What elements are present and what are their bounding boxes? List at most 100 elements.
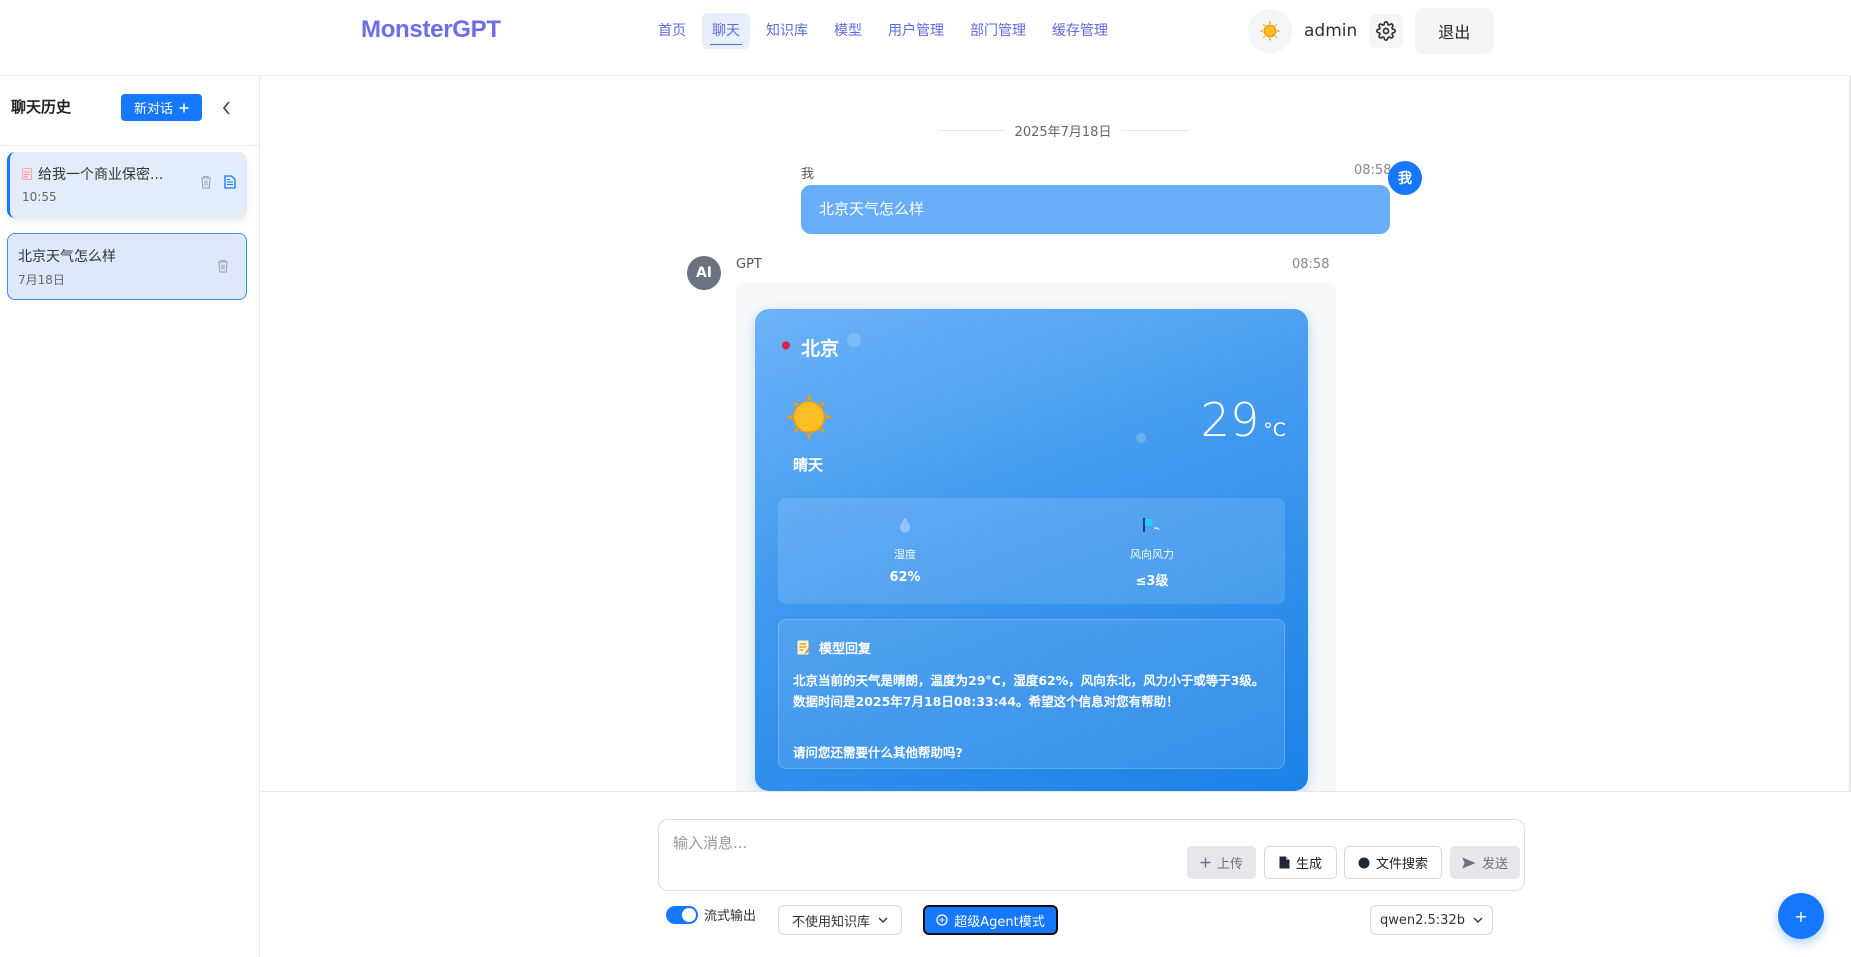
wind-stat: 风向风力 ≤3级 xyxy=(1052,510,1252,589)
wind-value: ≤3级 xyxy=(1135,574,1169,589)
model-reply-text: 北京当前的天气是晴朗，温度为29°C，湿度62%，风向东北，风力小于或等于3级。… xyxy=(793,673,1265,709)
weather-stats: 湿度 62% 风向风力 ≤3级 xyxy=(778,498,1285,604)
chevron-left-icon xyxy=(222,101,230,115)
knowledge-base-select[interactable]: 不使用知识库 xyxy=(778,905,902,935)
floating-action-button[interactable]: + xyxy=(1778,893,1824,939)
droplet-icon xyxy=(805,510,1005,540)
delete-button[interactable] xyxy=(215,258,231,274)
generate-label: 生成 xyxy=(1295,857,1322,872)
stream-output-label: 流式输出 xyxy=(704,909,757,924)
chevron-down-icon xyxy=(1473,917,1483,923)
composer-area: 上传 生成 文件搜索 发送 流式输出 不使用知识库 超级Agent模式 qwen… xyxy=(261,791,1851,957)
stream-output-option: 流式输出 xyxy=(666,905,756,924)
weather-city: 北京 xyxy=(781,334,839,361)
top-header: MonsterGPT 首页 聊天 知识库 模型 用户管理 部门管理 缓存管理 a… xyxy=(0,0,1851,76)
file-search-button[interactable]: 文件搜索 xyxy=(1344,846,1442,879)
super-agent-mode-label: 超级Agent模式 xyxy=(954,914,1045,930)
nav-cache-management[interactable]: 缓存管理 xyxy=(1042,13,1118,49)
nav-knowledge-base[interactable]: 知识库 xyxy=(756,13,818,49)
app-logo[interactable]: MonsterGPT xyxy=(361,16,501,44)
file-text-icon xyxy=(224,175,236,189)
history-item-time: 7月18日 xyxy=(18,273,65,287)
plus-icon xyxy=(1200,857,1211,868)
user-area: admin 退出 xyxy=(1248,8,1494,54)
collapse-sidebar-button[interactable] xyxy=(218,96,234,120)
open-document-button[interactable] xyxy=(222,174,238,190)
sidebar-header: 聊天历史 新对话 xyxy=(0,76,259,146)
location-pin-icon xyxy=(782,341,790,354)
temperature-value: 29 xyxy=(1200,393,1260,447)
settings-button[interactable] xyxy=(1369,14,1404,48)
message-input[interactable] xyxy=(673,834,1093,852)
model-select[interactable]: qwen2.5:32b xyxy=(1370,905,1493,935)
ai-message-time: 08:58 xyxy=(1292,257,1330,272)
temperature-unit: °C xyxy=(1263,419,1286,441)
history-item-title: 北京天气怎么样 xyxy=(18,249,116,265)
new-chat-button[interactable]: 新对话 xyxy=(121,94,202,121)
memo-icon xyxy=(797,640,811,655)
humidity-stat: 湿度 62% xyxy=(805,510,1005,585)
circle-icon xyxy=(1358,857,1370,868)
model-select-value: qwen2.5:32b xyxy=(1380,912,1465,928)
user-message-time: 08:58 xyxy=(1354,163,1392,178)
date-divider: 2025年7月18日 xyxy=(938,121,1188,140)
model-reply-title: 模型回复 xyxy=(797,638,871,657)
history-item-title-text: 给我一个商业保密... xyxy=(38,167,164,183)
sidebar-title: 聊天历史 xyxy=(11,98,72,116)
plus-icon xyxy=(179,103,189,112)
model-reply-title-text: 模型回复 xyxy=(819,642,872,657)
super-agent-mode-button[interactable]: 超级Agent模式 xyxy=(923,905,1058,935)
decor-dot xyxy=(847,333,861,347)
wind-label: 风向风力 xyxy=(1130,548,1174,561)
generate-button[interactable]: 生成 xyxy=(1264,846,1337,879)
user-message-avatar: 我 xyxy=(1388,161,1422,195)
send-button[interactable]: 发送 xyxy=(1450,846,1520,879)
send-label: 发送 xyxy=(1481,857,1508,872)
user-message-bubble: 北京天气怎么样 xyxy=(801,185,1390,234)
trash-icon xyxy=(201,175,211,189)
history-item[interactable]: 北京天气怎么样 7月18日 xyxy=(7,233,247,300)
humidity-value: 62% xyxy=(889,570,921,585)
decor-dot xyxy=(1136,433,1146,443)
nav-user-management[interactable]: 用户管理 xyxy=(878,13,954,49)
stream-output-toggle[interactable] xyxy=(666,905,698,924)
divider-line xyxy=(938,130,1005,131)
weather-temperature: 29 °C xyxy=(1201,397,1286,443)
history-item[interactable]: 给我一个商业保密... 10:55 xyxy=(7,152,247,218)
wind-icon xyxy=(1052,510,1252,540)
weather-sun-icon xyxy=(785,393,833,445)
weather-condition: 晴天 xyxy=(793,456,824,474)
user-avatar[interactable] xyxy=(1248,9,1292,53)
gear-icon xyxy=(1376,21,1397,41)
chat-bubble-icon xyxy=(936,914,948,926)
sun-icon xyxy=(1259,20,1281,42)
upload-label: 上传 xyxy=(1216,857,1243,872)
document-icon xyxy=(22,168,32,180)
upload-button[interactable]: 上传 xyxy=(1187,846,1256,879)
weather-card: 北京 晴天 29 °C 湿度 62% 风向风力 ≤3级 模型回复 北京当前的天气… xyxy=(755,309,1308,791)
logout-button[interactable]: 退出 xyxy=(1415,8,1494,54)
model-reply-question: 请问您还需要什么其他帮助吗? xyxy=(793,745,963,760)
nav-home[interactable]: 首页 xyxy=(648,13,696,49)
nav-chat[interactable]: 聊天 xyxy=(702,13,750,49)
nav-department-management[interactable]: 部门管理 xyxy=(960,13,1036,49)
history-item-time: 10:55 xyxy=(22,190,57,204)
humidity-label: 湿度 xyxy=(894,548,916,561)
new-chat-label: 新对话 xyxy=(133,102,173,117)
trash-icon xyxy=(218,259,228,273)
file-search-label: 文件搜索 xyxy=(1375,857,1428,872)
model-reply-box: 模型回复 北京当前的天气是晴朗，温度为29°C，湿度62%，风向东北，风力小于或… xyxy=(778,619,1285,769)
main-nav: 首页 聊天 知识库 模型 用户管理 部门管理 缓存管理 xyxy=(648,13,1124,49)
send-icon xyxy=(1462,857,1476,868)
history-item-title: 给我一个商业保密... xyxy=(22,164,163,184)
ai-message-avatar: AI xyxy=(687,256,721,290)
file-icon xyxy=(1279,856,1290,869)
message-input-box[interactable]: 上传 生成 文件搜索 发送 xyxy=(658,819,1525,891)
chat-main[interactable]: 2025年7月18日 我 08:58 我 北京天气怎么样 AI GPT 08:5… xyxy=(261,76,1851,791)
knowledge-base-select-value: 不使用知识库 xyxy=(791,914,870,930)
nav-models[interactable]: 模型 xyxy=(824,13,872,49)
delete-button[interactable] xyxy=(198,174,214,190)
username: admin xyxy=(1304,21,1358,41)
weather-city-name: 北京 xyxy=(801,338,840,360)
ai-message-sender: GPT xyxy=(736,257,762,272)
